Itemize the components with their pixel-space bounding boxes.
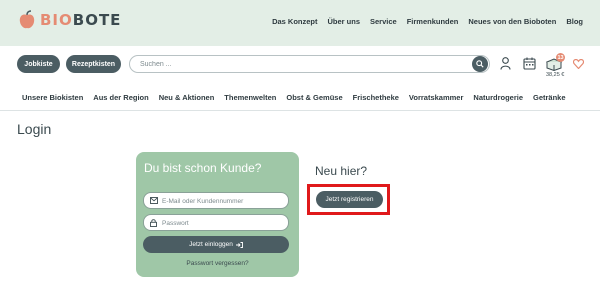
topnav-firmenkunden[interactable]: Firmenkunden bbox=[407, 17, 459, 26]
login-button-label: Jetzt einloggen bbox=[189, 241, 233, 248]
topnav-neues-von-den-bioboten[interactable]: Neues von den Bioboten bbox=[468, 17, 556, 26]
topnav-blog[interactable]: Blog bbox=[566, 17, 583, 26]
category-vorratskammer[interactable]: Vorratskammer bbox=[409, 93, 463, 102]
topnav-das-konzept[interactable]: Das Konzept bbox=[272, 17, 317, 26]
top-navigation: Das Konzept Über uns Service Firmenkunde… bbox=[272, 17, 583, 26]
cart-total: 38,25 € bbox=[546, 72, 565, 78]
password-field bbox=[143, 214, 289, 231]
brand-name: BIOBOTE bbox=[40, 11, 122, 29]
mail-icon bbox=[150, 197, 158, 204]
lock-icon bbox=[150, 219, 157, 227]
user-account-icon[interactable] bbox=[500, 57, 511, 70]
sign-in-icon bbox=[235, 241, 243, 248]
jobkiste-button[interactable]: Jobkiste bbox=[17, 55, 60, 73]
category-unsere-biokisten[interactable]: Unsere Biokisten bbox=[22, 93, 83, 102]
email-input[interactable] bbox=[162, 196, 284, 206]
login-card: Du bist schon Kunde? Jetzt einloggen Pas… bbox=[136, 152, 299, 277]
search-button[interactable] bbox=[472, 56, 488, 72]
register-title: Neu hier? bbox=[315, 164, 368, 178]
search-bar bbox=[129, 55, 490, 73]
calendar-icon[interactable] bbox=[523, 57, 536, 70]
register-button[interactable]: Jetzt registrieren bbox=[316, 191, 383, 208]
category-themenwelten[interactable]: Themenwelten bbox=[224, 93, 276, 102]
login-button[interactable]: Jetzt einloggen bbox=[143, 236, 289, 253]
category-navigation: Unsere Biokisten Aus der Region Neu & Ak… bbox=[22, 93, 566, 102]
category-neu-aktionen[interactable]: Neu & Aktionen bbox=[159, 93, 215, 102]
top-bar: BIOBOTE Das Konzept Über uns Service Fir… bbox=[0, 0, 600, 46]
topnav-ueber-uns[interactable]: Über uns bbox=[327, 17, 360, 26]
category-naturdrogerie[interactable]: Naturdrogerie bbox=[473, 93, 523, 102]
category-getraenke[interactable]: Getränke bbox=[533, 93, 566, 102]
cart-count-badge: 13 bbox=[556, 53, 565, 62]
category-frischetheke[interactable]: Frischetheke bbox=[353, 93, 399, 102]
category-aus-der-region[interactable]: Aus der Region bbox=[93, 93, 148, 102]
password-input[interactable] bbox=[162, 218, 284, 228]
apple-logo-icon bbox=[19, 10, 35, 29]
email-field bbox=[143, 192, 289, 209]
topnav-service[interactable]: Service bbox=[370, 17, 397, 26]
page-title: Login bbox=[17, 121, 52, 137]
category-obst-gemuese[interactable]: Obst & Gemüse bbox=[286, 93, 342, 102]
search-input[interactable] bbox=[140, 59, 460, 70]
nav-divider bbox=[0, 110, 600, 111]
heart-icon[interactable] bbox=[573, 59, 584, 69]
search-icon bbox=[476, 60, 484, 68]
rezeptkisten-button[interactable]: Rezeptkisten bbox=[66, 55, 121, 73]
forgot-password-link[interactable]: Passwort vergessen? bbox=[136, 260, 299, 267]
logo[interactable]: BIOBOTE bbox=[18, 10, 121, 30]
login-card-title: Du bist schon Kunde? bbox=[144, 161, 262, 175]
